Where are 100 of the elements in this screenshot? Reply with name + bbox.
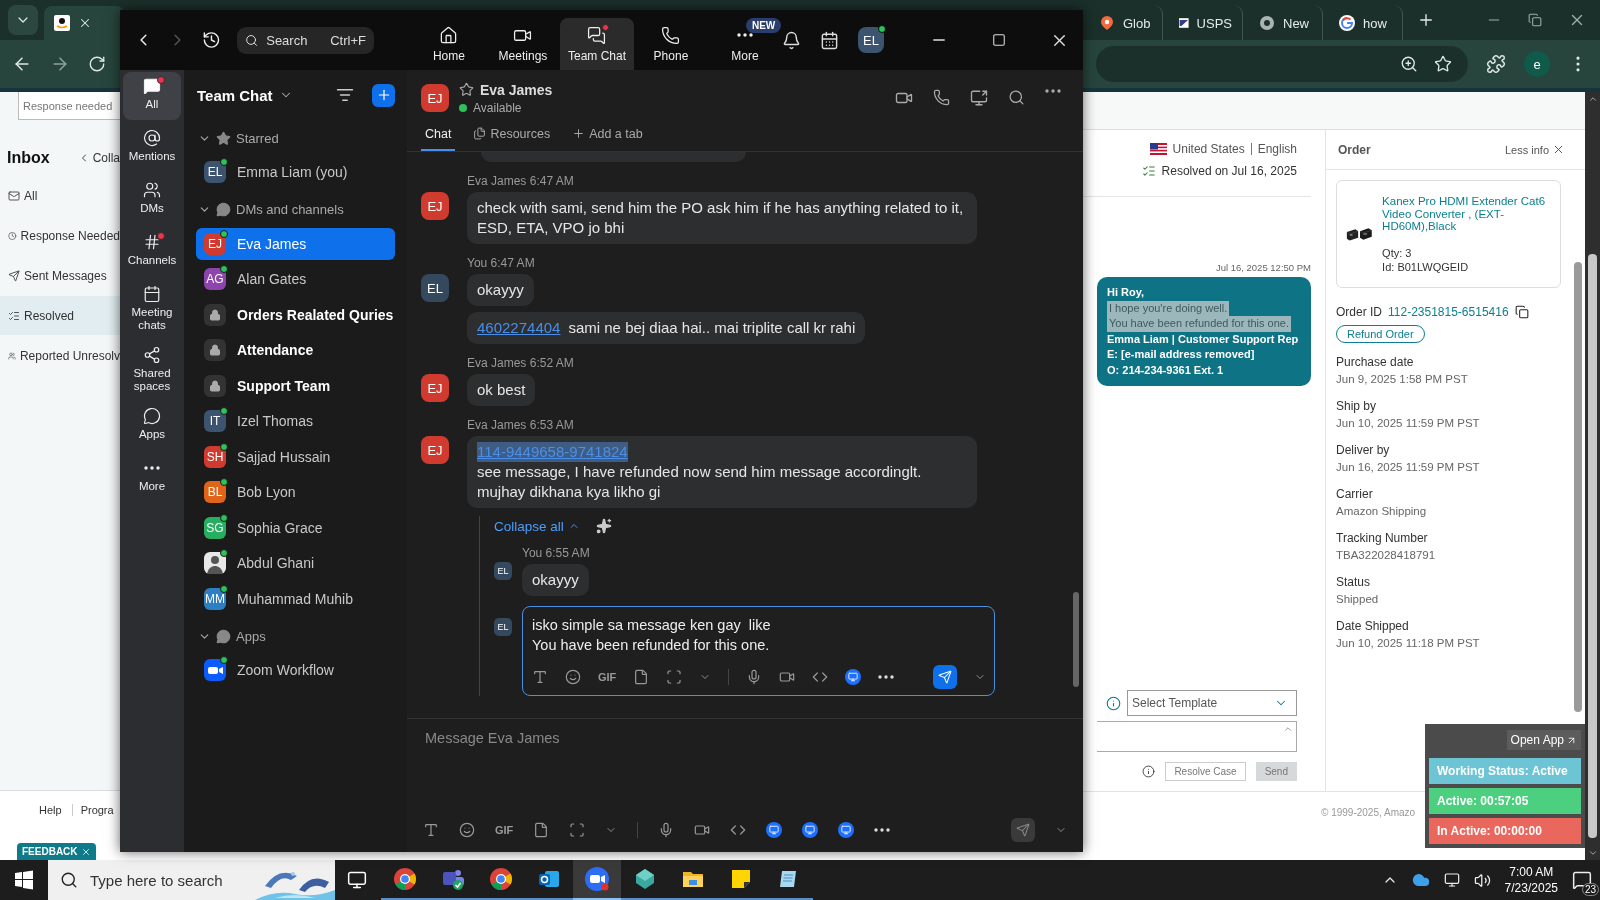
calendar-icon[interactable] — [820, 30, 839, 50]
code-icon[interactable] — [812, 669, 829, 685]
footer-link[interactable]: Help — [39, 804, 73, 816]
emoji-icon[interactable] — [565, 669, 581, 685]
send-button[interactable] — [933, 665, 957, 689]
sidebar-item[interactable]: DMs — [123, 176, 181, 224]
inbox-filter[interactable]: All — [0, 176, 120, 215]
chat-list-item[interactable]: SH Sajjad Hussain — [196, 440, 395, 473]
nav-tab[interactable]: Home — [411, 18, 486, 70]
task-view-icon[interactable] — [347, 870, 367, 890]
chat-tab[interactable]: Chat — [421, 118, 456, 151]
sidebar-item[interactable]: Meeting chats — [123, 280, 181, 337]
sidebar-item[interactable]: Mentions — [123, 124, 181, 172]
feedback-button[interactable]: FEEDBACK — [17, 843, 96, 860]
search-input[interactable]: Type here to search — [88, 870, 245, 890]
nav-tab[interactable]: Team Chat — [559, 18, 634, 70]
chat-list-item[interactable]: Abdul Ghani — [196, 547, 395, 579]
text-format-icon[interactable] — [423, 822, 439, 838]
star-icon[interactable] — [459, 82, 474, 97]
more-icon[interactable] — [878, 675, 895, 679]
sidebar-item[interactable]: More — [123, 454, 181, 502]
chat-list-item[interactable]: BL Bob Lyon — [196, 476, 395, 508]
chat-list-item[interactable]: IT Izel Thomas — [196, 405, 395, 437]
more-icon[interactable] — [874, 828, 891, 832]
less-info-button[interactable]: Less info — [1504, 143, 1565, 156]
chat-tab[interactable]: Resources — [469, 118, 555, 151]
code-icon[interactable] — [730, 822, 747, 838]
search-field[interactable]: Type here to search — [48, 860, 335, 900]
emoji-icon[interactable] — [459, 822, 475, 838]
taskbar-app[interactable] — [573, 860, 621, 900]
search-input[interactable]: Search — [264, 31, 325, 49]
maximize-icon[interactable] — [992, 33, 1006, 47]
chat-list-item[interactable]: SG Sophia Grace — [196, 511, 395, 544]
footer-link[interactable]: Progra — [80, 804, 114, 816]
file-icon[interactable] — [633, 669, 650, 685]
section-header[interactable]: DMs and channels — [196, 191, 395, 228]
resolve-case-button[interactable]: Resolve Case — [1165, 762, 1246, 781]
refund-order-button[interactable]: Refund Order — [1336, 325, 1425, 343]
search-icon[interactable] — [1008, 89, 1025, 106]
bookmark-star-icon[interactable] — [1434, 55, 1452, 73]
inbox-filter[interactable]: Response Needed — [0, 216, 120, 255]
chat-list-item[interactable]: MM Muhammad Muhib — [196, 582, 395, 615]
text-format-icon[interactable] — [532, 669, 548, 685]
chat-tab[interactable]: Add a tab — [568, 118, 647, 151]
new-tab-icon[interactable] — [1417, 11, 1435, 29]
section-header[interactable]: Apps — [196, 618, 395, 654]
reply-input[interactable]: isko simple sa message ken gay like You have been refunded for this one. — [532, 615, 986, 655]
new-chat-button[interactable] — [372, 83, 395, 107]
chat-list-item[interactable]: EJ Eva James — [196, 227, 395, 260]
reply-field[interactable] — [1097, 721, 1297, 752]
list-title[interactable]: Team Chat — [197, 86, 293, 104]
video-icon[interactable] — [779, 669, 796, 685]
message-input[interactable]: Message Eva James — [423, 729, 1067, 747]
clock[interactable]: 7:00 AM 7/23/2025 — [1504, 864, 1558, 896]
profile-button[interactable]: e — [1524, 51, 1550, 77]
template-select[interactable]: Select Template — [1127, 690, 1297, 716]
notifications-icon[interactable] — [782, 30, 801, 50]
scrollbar[interactable] — [1574, 262, 1582, 712]
history-icon[interactable] — [202, 30, 221, 50]
scrollbar[interactable] — [1073, 592, 1079, 687]
chat-list-item[interactable]: Attendance — [196, 334, 395, 366]
close-icon[interactable] — [78, 16, 92, 30]
tab-list-button[interactable] — [8, 5, 38, 35]
cloud-icon[interactable] — [1411, 871, 1430, 889]
app-icon[interactable] — [845, 669, 862, 685]
order-id-link[interactable]: 112-2351815-6515416 — [1388, 305, 1509, 319]
chat-list-item[interactable]: Zoom Workflow — [196, 654, 395, 686]
collapse-all-link[interactable]: Collapse all — [494, 518, 580, 534]
more-icon[interactable] — [1045, 89, 1061, 93]
sidebar-item[interactable]: Shared spaces — [123, 341, 181, 398]
search-field[interactable]: Response needed — [18, 92, 120, 120]
filter-icon[interactable] — [336, 86, 354, 104]
nav-tab[interactable]: Meetings — [485, 18, 560, 70]
extensions-icon[interactable] — [1486, 54, 1506, 74]
screenshot-icon[interactable] — [569, 822, 586, 838]
copy-icon[interactable] — [1514, 305, 1529, 319]
sidebar-item[interactable]: Apps — [123, 402, 181, 450]
video-icon[interactable] — [694, 822, 711, 838]
sparkle-icon[interactable] — [595, 518, 612, 534]
collapse-button[interactable]: Colla — [77, 151, 120, 165]
sidebar-item[interactable]: All — [123, 72, 181, 120]
app-icon[interactable] — [838, 822, 855, 838]
app-icon[interactable] — [766, 822, 783, 838]
screenshot-icon[interactable] — [666, 669, 683, 685]
reload-icon[interactable] — [88, 55, 106, 73]
restore-icon[interactable] — [1528, 13, 1542, 27]
open-app-button[interactable]: Open App — [1506, 730, 1581, 750]
chat-list-item[interactable]: AG Alan Gates — [196, 263, 395, 295]
phone-icon[interactable] — [933, 89, 950, 106]
inbox-filter[interactable]: Resolved — [0, 296, 120, 335]
nav-tab[interactable]: NEW More — [707, 18, 782, 70]
app-icon[interactable] — [802, 822, 819, 838]
zoom-icon[interactable] — [1400, 55, 1418, 73]
user-avatar[interactable]: EL — [858, 27, 884, 53]
gif-button[interactable]: GIF — [495, 824, 514, 836]
sidebar-item[interactable]: Channels — [123, 228, 181, 276]
search-field[interactable]: Search Ctrl+F — [236, 26, 374, 54]
gif-button[interactable]: GIF — [598, 671, 617, 683]
volume-icon[interactable] — [1473, 871, 1491, 889]
network-icon[interactable] — [1443, 872, 1460, 888]
